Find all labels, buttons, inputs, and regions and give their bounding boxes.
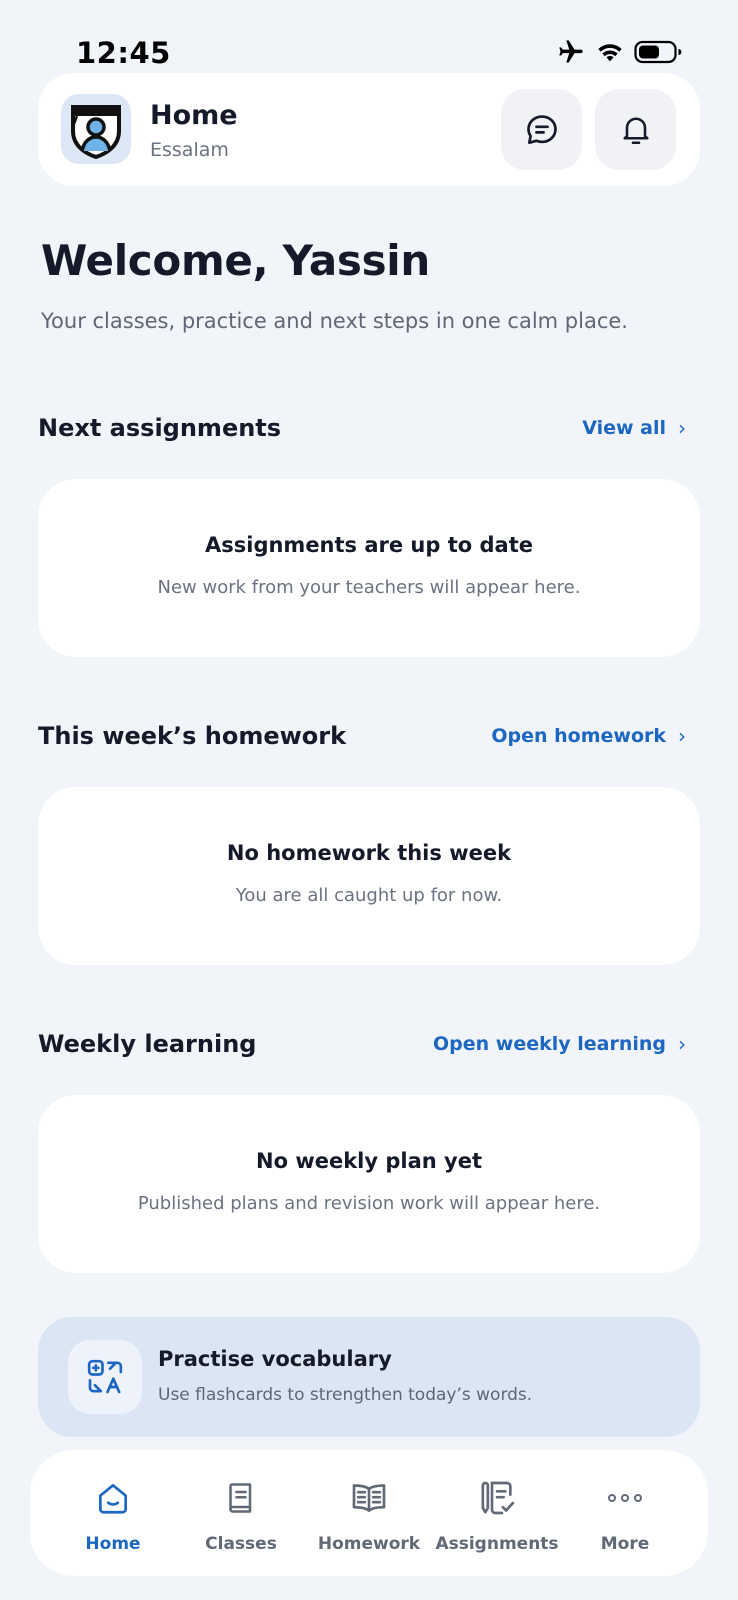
homework-header: This week’s homework Open homework › <box>38 716 686 756</box>
more-dots-icon <box>605 1478 645 1518</box>
bell-icon <box>622 116 649 144</box>
tab-label: More <box>600 1534 650 1554</box>
tab-label: Assignments <box>435 1534 559 1554</box>
open-homework-link[interactable]: Open homework › <box>491 724 686 748</box>
empty-description: New work from your teachers will appear … <box>157 577 581 598</box>
tab-more[interactable]: More <box>562 1450 688 1576</box>
tab-label: Home <box>85 1534 141 1554</box>
assignments-empty-card: Assignments are up to date New work from… <box>38 479 700 657</box>
header-subtitle: Essalam <box>150 139 229 161</box>
welcome-title: Welcome, Yassin <box>41 236 430 285</box>
header-title: Home <box>150 100 238 131</box>
checklist-icon <box>477 1478 517 1518</box>
wifi-icon <box>598 44 622 62</box>
vocab-description: Use flashcards to strengthen today’s wor… <box>158 1385 533 1405</box>
bottom-tab-bar: Home Classes Homework Assignments More <box>30 1450 708 1576</box>
section-title: Weekly learning <box>38 1030 257 1058</box>
view-all-link[interactable]: View all › <box>582 416 686 440</box>
open-weekly-learning-link[interactable]: Open weekly learning › <box>433 1032 686 1056</box>
section-title: Next assignments <box>38 414 282 442</box>
homework-empty-card: No homework this week You are all caught… <box>38 787 700 965</box>
tab-assignments[interactable]: Assignments <box>434 1450 560 1576</box>
chevron-right-icon: › <box>678 416 686 440</box>
chevron-right-icon: › <box>678 724 686 748</box>
messages-button[interactable] <box>501 89 582 170</box>
book-icon <box>223 1478 259 1518</box>
empty-title: No weekly plan yet <box>256 1149 482 1173</box>
airplane-icon <box>559 40 583 63</box>
empty-description: Published plans and revision work will a… <box>137 1193 601 1214</box>
link-label: View all <box>582 417 666 439</box>
practise-vocabulary-card[interactable]: Practise vocabulary Use flashcards to st… <box>38 1317 700 1437</box>
tab-label: Homework <box>317 1534 421 1554</box>
home-icon <box>94 1478 132 1518</box>
link-label: Open weekly learning <box>432 1033 666 1055</box>
welcome-subtitle: Your classes, practice and next steps in… <box>41 309 628 333</box>
empty-title: No homework this week <box>226 841 512 865</box>
status-time: 12:45 <box>76 36 171 70</box>
tab-homework[interactable]: Homework <box>306 1450 432 1576</box>
tab-label: Classes <box>205 1534 277 1554</box>
tab-home[interactable]: Home <box>50 1450 176 1576</box>
weekly-learning-empty-card: No weekly plan yet Published plans and r… <box>38 1095 700 1273</box>
next-assignments-header: Next assignments View all › <box>38 408 686 448</box>
school-logo-icon <box>61 94 131 164</box>
status-icons <box>556 38 682 66</box>
translate-icon <box>68 1340 142 1414</box>
open-book-icon <box>349 1478 389 1518</box>
section-title: This week’s homework <box>38 722 347 750</box>
empty-description: You are all caught up for now. <box>235 885 503 906</box>
vocab-title: Practise vocabulary <box>158 1347 392 1371</box>
header-card: Home Essalam <box>38 73 700 186</box>
chat-icon <box>526 114 557 144</box>
notifications-button[interactable] <box>595 89 676 170</box>
battery-icon <box>634 40 682 64</box>
weekly-learning-header: Weekly learning Open weekly learning › <box>38 1024 686 1064</box>
empty-title: Assignments are up to date <box>205 533 533 557</box>
tab-classes[interactable]: Classes <box>178 1450 304 1576</box>
link-label: Open homework <box>491 725 666 747</box>
chevron-right-icon: › <box>678 1032 686 1056</box>
